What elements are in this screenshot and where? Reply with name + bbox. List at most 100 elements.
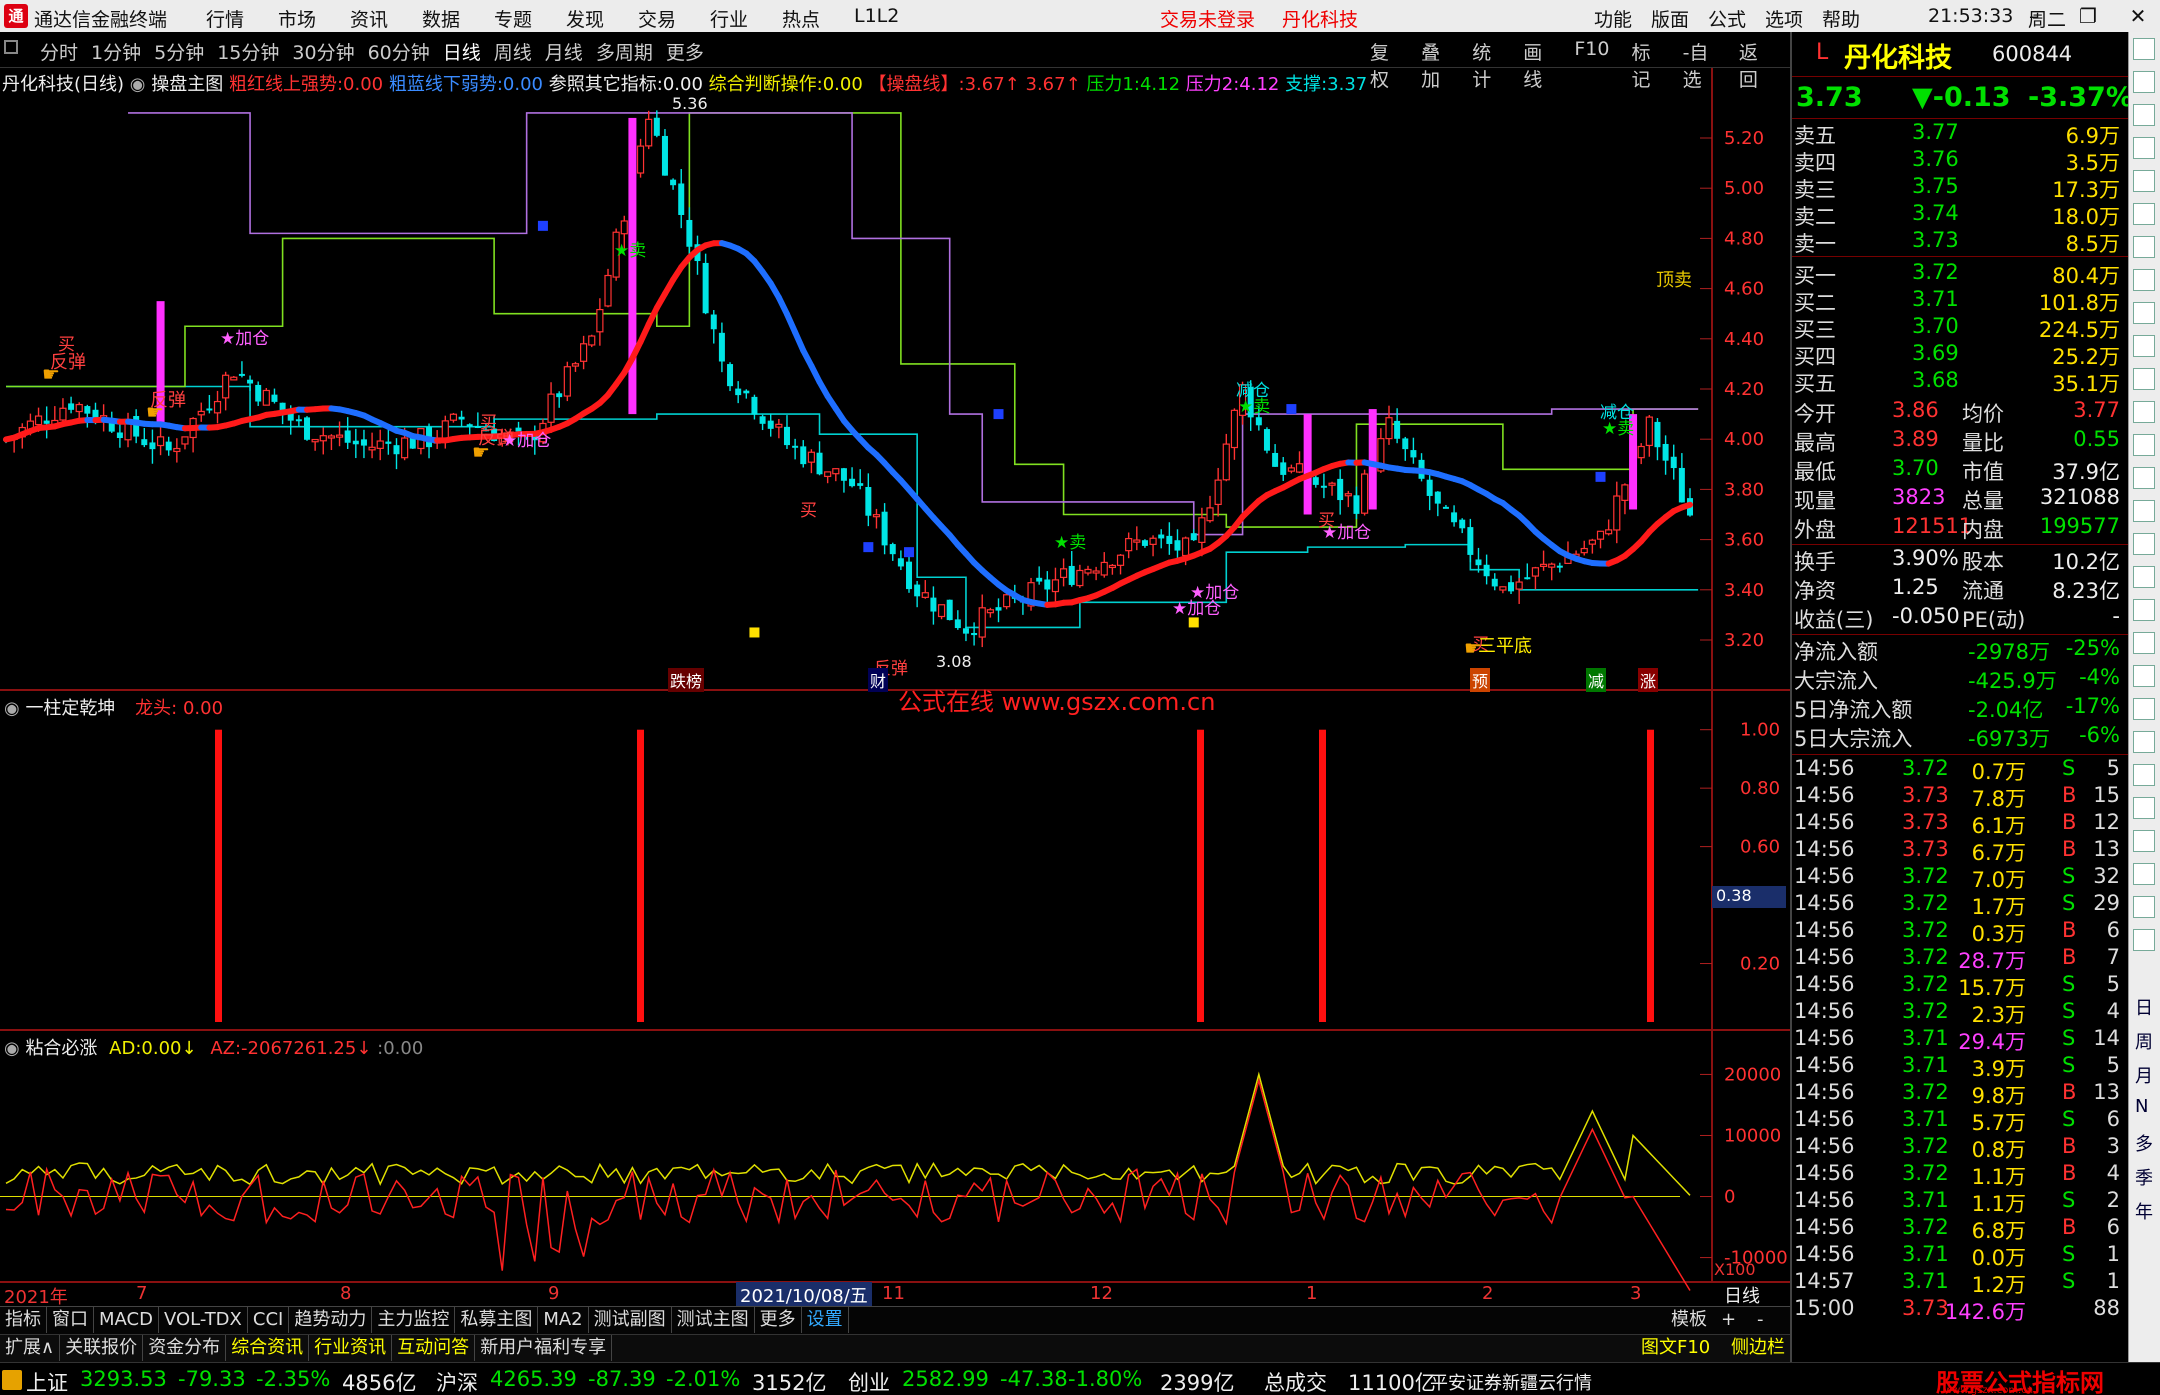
- sidebar-tool-icon[interactable]: [2133, 797, 2155, 819]
- sidebar-tool-icon[interactable]: [2133, 533, 2155, 555]
- candle-body: [1337, 478, 1344, 501]
- tab-macd[interactable]: MACD: [94, 1307, 159, 1333]
- maximize-icon[interactable]: ❐: [2070, 2, 2106, 30]
- cy-label[interactable]: 创业: [848, 1367, 890, 1395]
- sh-label[interactable]: 上证: [26, 1367, 68, 1395]
- sidebar-tool-icon[interactable]: [2133, 731, 2155, 753]
- sz-label[interactable]: 沪深: [436, 1367, 478, 1395]
- sidebar-period[interactable]: 季: [2135, 1164, 2153, 1190]
- sidebar-tool-icon[interactable]: [2133, 830, 2155, 852]
- tab-simu[interactable]: 私募主图: [455, 1307, 539, 1333]
- menu-bangzhu[interactable]: 帮助: [1822, 5, 1879, 32]
- template-button[interactable]: 模板: [1666, 1307, 1712, 1333]
- sidebar-tool-icon[interactable]: [2133, 203, 2155, 225]
- tab-f10-text[interactable]: 图文F10: [1636, 1335, 1715, 1361]
- status-menu-icon[interactable]: [2, 1370, 22, 1390]
- tick-time: 14:56: [1794, 1026, 1855, 1050]
- minimize-icon[interactable]: –: [2016, 2, 2052, 30]
- sidebar-period[interactable]: 月: [2135, 1062, 2153, 1088]
- sidebar-period[interactable]: 多: [2135, 1130, 2153, 1156]
- sidebar-tool-icon[interactable]: [2133, 137, 2155, 159]
- tag-jian[interactable]: 减: [1586, 668, 1607, 692]
- tick-row: 14:56 3.72 28.7万 B 7: [1792, 945, 2122, 973]
- candle-body: [816, 452, 823, 475]
- sidebar-tool-icon[interactable]: [2133, 863, 2155, 885]
- sub2-dropdown-icon[interactable]: ◉: [4, 1038, 25, 1059]
- tick-row: 14:56 3.72 15.7万 S 5: [1792, 972, 2122, 1000]
- sidebar-tool-icon[interactable]: [2133, 764, 2155, 786]
- sidebar-tool-icon[interactable]: [2133, 170, 2155, 192]
- sidebar-tool-icon[interactable]: [2133, 104, 2155, 126]
- sidebar-tool-icon[interactable]: [2133, 896, 2155, 918]
- candle-body: [857, 483, 864, 486]
- candle-body: [1084, 568, 1092, 574]
- sidebar-tool-icon[interactable]: [2133, 302, 2155, 324]
- sidebar-tool-icon[interactable]: [2133, 401, 2155, 423]
- zoom-in-button[interactable]: +: [1716, 1307, 1741, 1333]
- tab-hangye[interactable]: 行业资讯: [309, 1335, 393, 1361]
- sidebar-tool-icon[interactable]: [2133, 236, 2155, 258]
- sub2-title[interactable]: 粘合必涨: [25, 1038, 97, 1059]
- stat-row: 今开 3.86 均价 3.77: [1792, 398, 2122, 426]
- tab-vol-tdx[interactable]: VOL-TDX: [159, 1307, 248, 1333]
- sidebar-tool-icon[interactable]: [2133, 368, 2155, 390]
- sidebar-tool-icon[interactable]: [2133, 38, 2155, 60]
- tab-ceshi-zhu[interactable]: 测试主图: [672, 1307, 755, 1333]
- tab-ceshi-fu[interactable]: 测试副图: [589, 1307, 672, 1333]
- sub1-dropdown-icon[interactable]: ◉: [4, 698, 25, 719]
- tab-chuangkou[interactable]: 窗口: [47, 1307, 94, 1333]
- tick-list[interactable]: 14:56 3.72 0.7万 S 5 14:56 3.73 7.8万 B 15 14:56 3.73…: [1792, 756, 2128, 1356]
- tab-cci[interactable]: CCI: [248, 1307, 290, 1333]
- candle-body: [800, 446, 807, 465]
- sidebar-tool-icon[interactable]: [2133, 269, 2155, 291]
- sidebar-tool-icon[interactable]: [2133, 665, 2155, 687]
- ask-label: 卖二: [1794, 205, 1836, 229]
- tab-kuozhan[interactable]: 扩展∧: [0, 1335, 61, 1361]
- tab-guanlian[interactable]: 关联报价: [60, 1335, 144, 1361]
- tag-dieban[interactable]: 跌榜: [668, 668, 705, 692]
- sidebar-tool-icon[interactable]: [2133, 566, 2155, 588]
- sidebar-period[interactable]: 日: [2135, 994, 2153, 1020]
- candle-body: [360, 439, 367, 446]
- tab-hudong[interactable]: 互动问答: [392, 1335, 476, 1361]
- ask-price: 3.73: [1912, 228, 1959, 252]
- candle-body: [335, 434, 344, 438]
- tab-xinyonghu[interactable]: 新用户福利专享: [475, 1335, 613, 1361]
- sidebar-tool-icon[interactable]: [2133, 434, 2155, 456]
- sidebar-tool-icon[interactable]: [2133, 335, 2155, 357]
- candle-body: [68, 403, 75, 410]
- sidebar-tool-icon[interactable]: [2133, 71, 2155, 93]
- sidebar-period[interactable]: 周: [2135, 1028, 2153, 1054]
- tab-ma2[interactable]: MA2: [538, 1307, 589, 1333]
- tab-gengduo[interactable]: 更多: [755, 1307, 802, 1333]
- tick-count: 6: [2106, 1215, 2120, 1239]
- sidebar-tool-icon[interactable]: [2133, 698, 2155, 720]
- candle-body: [1182, 537, 1190, 557]
- sidebar-tool-icon[interactable]: [2133, 500, 2155, 522]
- tab-zhibiao[interactable]: 指标: [0, 1307, 47, 1333]
- close-icon[interactable]: ✕: [2120, 2, 2156, 30]
- candle-body: [1539, 563, 1548, 567]
- candle-body: [946, 599, 953, 621]
- tick-price: 3.71: [1902, 1053, 1949, 1077]
- sidebar-tool-icon[interactable]: [2133, 929, 2155, 951]
- broker-name[interactable]: 平安证券新疆云行情: [1430, 1369, 1592, 1395]
- tab-zijin[interactable]: 资金分布: [143, 1335, 227, 1361]
- zoom-out-button[interactable]: -: [1752, 1307, 1769, 1333]
- sidebar-tool-icon[interactable]: [2133, 632, 2155, 654]
- sidebar-tool-icon[interactable]: [2133, 599, 2155, 621]
- stat-label: 外盘: [1794, 518, 1836, 542]
- sidebar-tool-icon[interactable]: [2133, 467, 2155, 489]
- tab-zonghe[interactable]: 综合资讯: [226, 1335, 310, 1361]
- tag-yu[interactable]: 预: [1470, 668, 1491, 692]
- sub1-title[interactable]: 一柱定乾坤: [25, 698, 115, 719]
- sidebar-period[interactable]: N: [2135, 1096, 2148, 1117]
- candle-body: [156, 436, 165, 447]
- candle-body: [1255, 417, 1262, 426]
- tag-zhang[interactable]: 涨: [1638, 668, 1659, 692]
- tab-qushi[interactable]: 趋势动力: [289, 1307, 373, 1333]
- tab-zhuli[interactable]: 主力监控: [372, 1307, 456, 1333]
- tag-cai[interactable]: 财: [868, 668, 889, 692]
- tab-shezhi[interactable]: 设置: [802, 1307, 849, 1333]
- sidebar-period[interactable]: 年: [2135, 1198, 2153, 1224]
